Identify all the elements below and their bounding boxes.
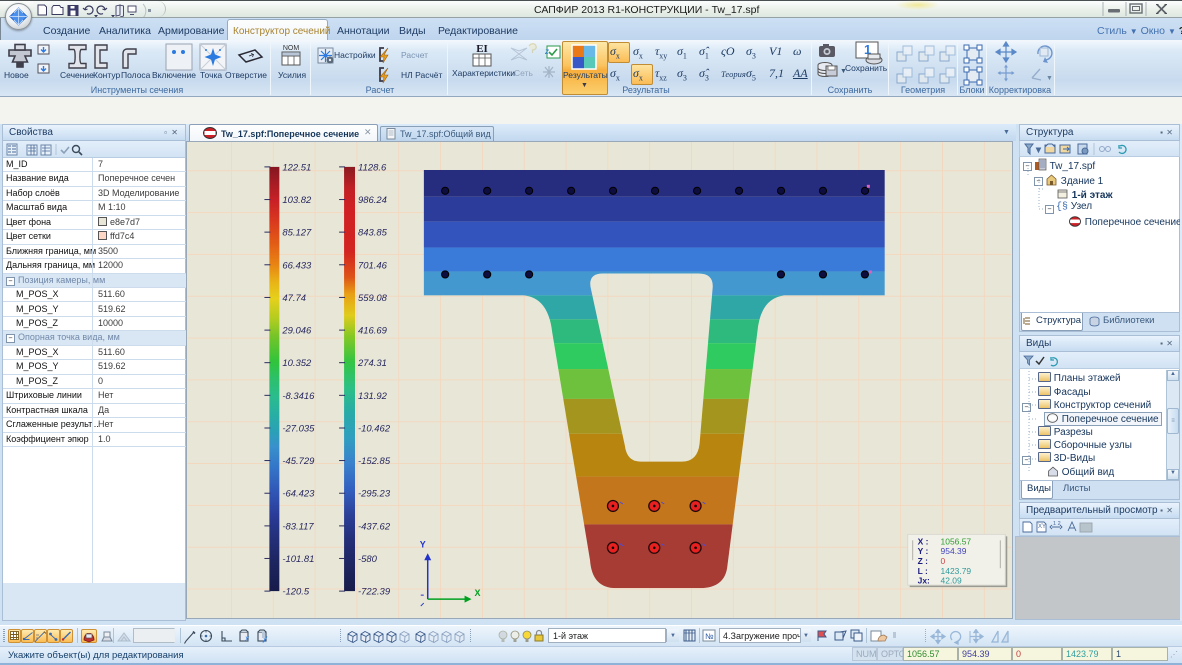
svg-text:-152.85: -152.85 [358, 456, 391, 467]
svg-text:274.31: 274.31 [357, 358, 387, 369]
svg-text:XY: XY [1038, 524, 1046, 530]
svg-text:122.51: 122.51 [282, 162, 311, 173]
svg-text:-580: -580 [358, 554, 378, 565]
svg-text:X: X [475, 588, 481, 598]
svg-text:-295.23: -295.23 [358, 489, 391, 500]
svg-text:1423.79: 1423.79 [941, 566, 972, 576]
svg-text:559.08: 559.08 [358, 293, 388, 304]
svg-text:1 2: 1 2 [1053, 521, 1061, 527]
svg-text:47.74: 47.74 [282, 293, 306, 304]
svg-text:EI: EI [476, 43, 488, 55]
svg-text:№: № [705, 632, 714, 641]
svg-text:-8.3416: -8.3416 [282, 391, 315, 402]
svg-text:-64.423: -64.423 [282, 489, 315, 500]
svg-text:42.09: 42.09 [941, 576, 962, 586]
svg-text:416.69: 416.69 [358, 326, 388, 337]
svg-text:0: 0 [941, 556, 946, 566]
svg-text:Y :: Y : [918, 546, 929, 556]
svg-text:L :: L : [918, 566, 928, 576]
svg-text:-45.729: -45.729 [282, 456, 315, 467]
svg-text:X :: X : [918, 536, 929, 546]
svg-text:1128.6: 1128.6 [358, 162, 387, 173]
svg-text:103.82: 103.82 [282, 195, 312, 206]
svg-text:-722.39: -722.39 [358, 587, 391, 598]
svg-text:Z :: Z : [918, 556, 928, 566]
svg-text:131.92: 131.92 [358, 391, 388, 402]
svg-text:-437.62: -437.62 [358, 521, 391, 532]
svg-text:-27.035: -27.035 [282, 423, 315, 434]
svg-text:-120.5: -120.5 [282, 587, 310, 598]
svg-text:Y: Y [420, 539, 426, 549]
svg-text:843.85: 843.85 [358, 228, 388, 239]
svg-text:-10.462: -10.462 [358, 423, 391, 434]
svg-text:NOM: NOM [283, 45, 300, 52]
svg-text:701.46: 701.46 [358, 260, 388, 271]
svg-text:10.352: 10.352 [282, 358, 312, 369]
svg-text:986.24: 986.24 [358, 195, 387, 206]
svg-text:-101.81: -101.81 [282, 554, 314, 565]
svg-text:z: z [544, 47, 549, 56]
svg-text:1056.57: 1056.57 [941, 536, 972, 546]
svg-text:x: x [244, 634, 250, 643]
svg-text:954.39: 954.39 [941, 546, 967, 556]
svg-text:▼: ▼ [1046, 75, 1053, 82]
svg-text:85.127: 85.127 [282, 228, 312, 239]
svg-text:Jx:: Jx: [918, 576, 930, 586]
svg-text:▼: ▼ [1035, 147, 1042, 154]
svg-text:29.046: 29.046 [281, 326, 312, 337]
svg-text:66.433: 66.433 [282, 260, 312, 271]
svg-text:-83.117: -83.117 [282, 521, 314, 532]
